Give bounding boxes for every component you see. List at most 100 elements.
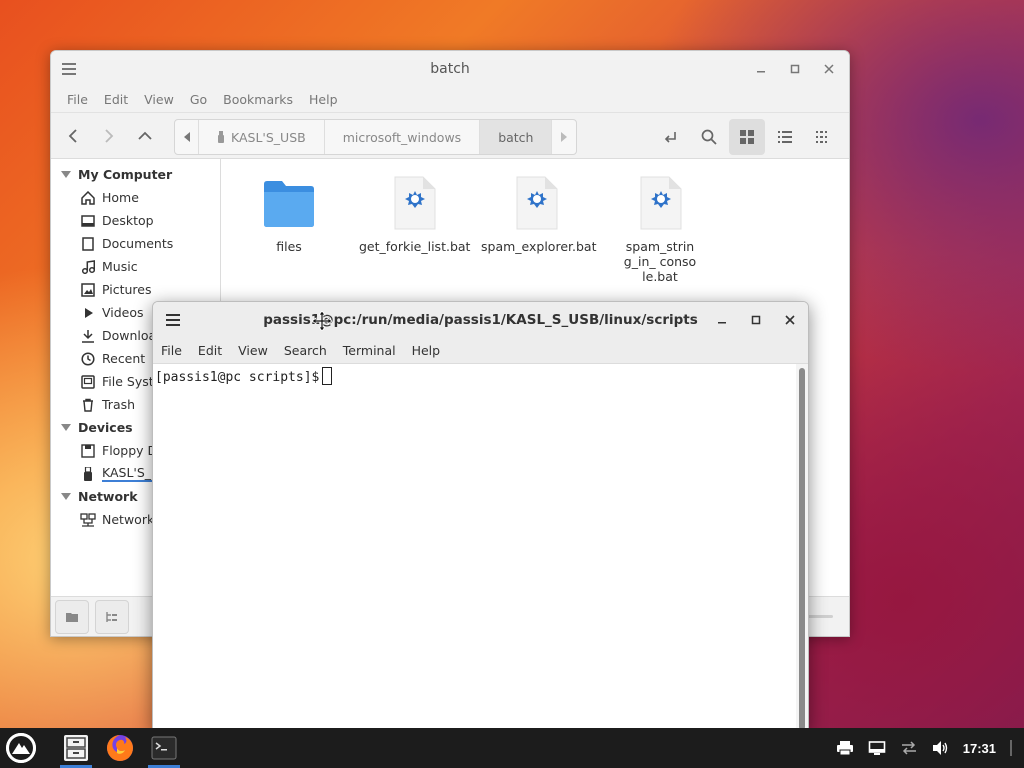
- forward-button[interactable]: [91, 118, 127, 154]
- menu-go[interactable]: Go: [182, 87, 215, 113]
- maximize-button[interactable]: [785, 59, 805, 79]
- firefox-icon: [107, 735, 133, 761]
- folder-icon: [234, 173, 344, 233]
- sidebar-group-my-computer[interactable]: My Computer: [51, 163, 220, 186]
- expander-down-icon: [61, 492, 71, 500]
- file-item-bat[interactable]: get_forkie_list.bat: [359, 173, 471, 254]
- menu-edit[interactable]: Edit: [190, 338, 230, 364]
- music-icon: [80, 259, 96, 275]
- menu-file[interactable]: File: [153, 338, 190, 364]
- hamburger-menu-icon[interactable]: [59, 59, 79, 79]
- taskbar-terminal[interactable]: [144, 730, 184, 768]
- path-scroll-right-icon[interactable]: [552, 120, 576, 154]
- sidebar-item-label: Documents: [102, 236, 174, 251]
- file-name: spam_string_in_ console.bat: [623, 239, 697, 284]
- pictures-icon: [80, 282, 96, 298]
- desktop-icon: [80, 213, 96, 229]
- compact-view-button[interactable]: [805, 119, 841, 155]
- menu-file[interactable]: File: [59, 87, 96, 113]
- compact-view-icon: [816, 131, 827, 143]
- file-manager-icon: [64, 735, 88, 761]
- system-tray: 17:31: [835, 728, 1014, 768]
- icon-view-button[interactable]: [729, 119, 765, 155]
- file-name: get_forkie_list.bat: [359, 239, 471, 254]
- sidebar-item-pictures[interactable]: Pictures: [51, 278, 220, 301]
- minimize-button[interactable]: [712, 310, 732, 330]
- sidebar-item-music[interactable]: Music: [51, 255, 220, 278]
- printer-icon[interactable]: [835, 738, 855, 758]
- sidebar-item-home[interactable]: Home: [51, 186, 220, 209]
- tree-view-icon: [106, 612, 117, 622]
- path-segment-batch[interactable]: batch: [480, 120, 553, 154]
- usb-drive-icon: [80, 466, 96, 482]
- script-file-icon: [359, 173, 469, 233]
- back-button[interactable]: [55, 118, 91, 154]
- sidebar-group-label: My Computer: [78, 167, 173, 182]
- show-desktop-button[interactable]: [1008, 738, 1014, 758]
- network-icon: [80, 512, 96, 528]
- close-button[interactable]: [819, 59, 839, 79]
- sidebar-item-label: Home: [102, 190, 139, 205]
- sidebar-item-label: Videos: [102, 305, 144, 320]
- menu-terminal[interactable]: Terminal: [335, 338, 404, 364]
- file-item-bat[interactable]: spam_string_in_ console.bat: [605, 173, 715, 284]
- sidebar-item-label: Recent: [102, 351, 146, 366]
- path-segment-usb[interactable]: KASL'S_USB: [199, 120, 325, 154]
- sidebar-group-label: Devices: [78, 420, 133, 435]
- menu-search[interactable]: Search: [276, 338, 335, 364]
- network-icon[interactable]: [899, 738, 919, 758]
- taskbar-file-manager[interactable]: [56, 730, 96, 768]
- sidebar-item-label: Network: [102, 512, 155, 527]
- show-tree-button[interactable]: [95, 600, 129, 634]
- videos-icon: [80, 305, 96, 321]
- path-scroll-left-icon[interactable]: [175, 120, 199, 154]
- menu-view[interactable]: View: [230, 338, 276, 364]
- taskbar-firefox[interactable]: [100, 730, 140, 766]
- path-segment-label: microsoft_windows: [342, 129, 462, 145]
- terminal-titlebar[interactable]: passis1@pc:/run/media/passis1/KASL_S_USB…: [153, 302, 808, 338]
- path-segment-microsoft-windows[interactable]: microsoft_windows: [325, 120, 481, 154]
- path-bar: KASL'S_USB microsoft_windows batch: [174, 119, 578, 155]
- menu-view[interactable]: View: [136, 87, 182, 113]
- file-name: spam_explorer.bat: [481, 239, 597, 254]
- up-button[interactable]: [127, 118, 163, 154]
- clock[interactable]: 17:31: [963, 741, 996, 756]
- clock-icon: [80, 351, 96, 367]
- shell-prompt: [passis1@pc scripts]$: [155, 370, 320, 385]
- toolbar: KASL'S_USB microsoft_windows batch: [51, 113, 849, 159]
- search-button[interactable]: [691, 119, 727, 155]
- sidebar-item-label: Desktop: [102, 213, 154, 228]
- file-item-folder[interactable]: files: [234, 173, 344, 254]
- zoom-slider[interactable]: [807, 615, 833, 618]
- sidebar-item-desktop[interactable]: Desktop: [51, 209, 220, 232]
- menu-help[interactable]: Help: [301, 87, 346, 113]
- scrollbar-thumb[interactable]: [799, 368, 805, 730]
- volume-icon[interactable]: [931, 738, 951, 758]
- terminal-output[interactable]: [passis1@pc scripts]$: [153, 364, 796, 730]
- search-icon: [701, 129, 717, 145]
- download-icon: [80, 328, 96, 344]
- show-places-button[interactable]: [55, 600, 89, 634]
- path-segment-label: KASL'S_USB: [231, 129, 306, 145]
- toggle-location-button[interactable]: [653, 119, 689, 155]
- path-segment-label: batch: [498, 129, 534, 145]
- scrollbar[interactable]: [796, 364, 808, 730]
- menu-bookmarks[interactable]: Bookmarks: [215, 87, 301, 113]
- file-item-bat[interactable]: spam_explorer.bat: [481, 173, 597, 254]
- menu-help[interactable]: Help: [404, 338, 449, 364]
- file-manager-titlebar[interactable]: batch: [51, 51, 849, 87]
- terminal-window[interactable]: passis1@pc:/run/media/passis1/KASL_S_USB…: [152, 301, 809, 731]
- close-button[interactable]: [780, 310, 800, 330]
- move-cursor-icon: [312, 311, 332, 331]
- sidebar-item-documents[interactable]: Documents: [51, 232, 220, 255]
- maximize-button[interactable]: [746, 310, 766, 330]
- list-view-button[interactable]: [767, 119, 803, 155]
- location-entry-icon: [664, 132, 676, 143]
- sidebar-item-label: Trash: [102, 397, 136, 412]
- documents-icon: [80, 236, 96, 252]
- app-launcher-button[interactable]: [6, 733, 36, 763]
- menu-edit[interactable]: Edit: [96, 87, 136, 113]
- display-icon[interactable]: [867, 738, 887, 758]
- floppy-disk-icon: [80, 443, 96, 459]
- minimize-button[interactable]: [751, 59, 771, 79]
